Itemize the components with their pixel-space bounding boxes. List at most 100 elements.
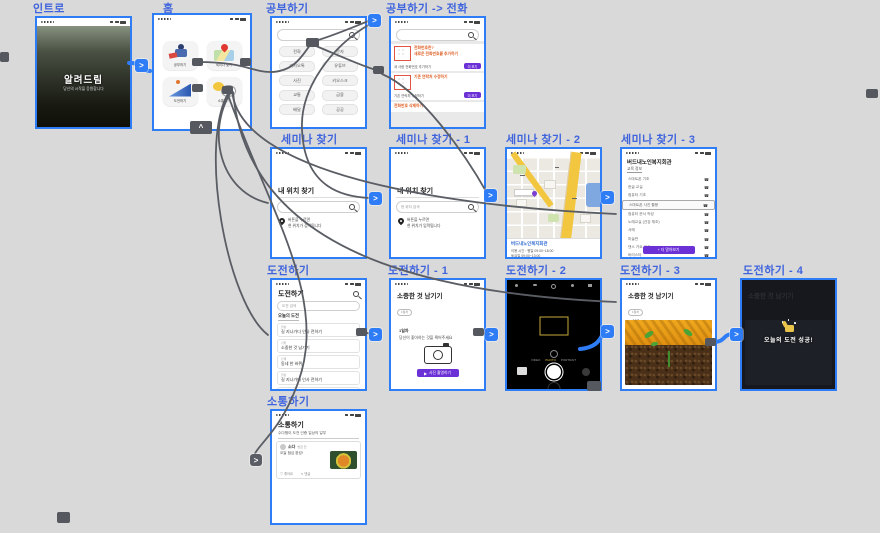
challenge-row[interactable]: 일상오늘 예쁜 말 전하기 (277, 387, 360, 392)
flow-label-seminar-3[interactable]: 세미나 찾기 - 3 (621, 131, 696, 147)
more-button[interactable]: 더 보기 (464, 92, 481, 98)
connector-handle[interactable] (473, 328, 484, 336)
frame-seminar-1[interactable]: 내 위치 찾기 현 위치 검색 버튼을 누르면 현 위치가 입력됩니다 (389, 147, 486, 259)
transition-arrow-badge[interactable]: > (369, 328, 382, 341)
flow-label-seminar-1[interactable]: 세미나 찾기 - 1 (396, 131, 471, 147)
frame-challenge-4[interactable]: 소중한 것 남기기 오늘의 도전 성공! (740, 278, 837, 391)
transition-arrow-badge[interactable]: > (135, 59, 148, 72)
home-button[interactable] (547, 382, 560, 391)
phone-icon[interactable]: ☎ (704, 185, 709, 190)
phone-icon[interactable]: ☎ (704, 253, 709, 258)
tutorial-card[interactable]: 전화번호란? 새로운 전화번호를 추가하기 새 사람 전화번호 추가하기 더 보… (391, 44, 484, 71)
phone-icon[interactable]: ☎ (704, 245, 709, 250)
flow-label-intro[interactable]: 인트로 (33, 0, 65, 16)
search-input[interactable]: 현 위치 검색 (396, 201, 479, 213)
challenge-row[interactable]: 일상길 지나가다 인사 전하기 (277, 323, 360, 338)
phone-icon[interactable]: ☎ (704, 193, 709, 198)
flow-label-challenge[interactable]: 도전하기 (267, 262, 309, 278)
learn-more-button[interactable]: + 더 알아보기 (643, 246, 695, 254)
frame-intro[interactable]: 알려드림 당신의 시작을 응원합니다 (35, 16, 132, 129)
frame-study[interactable]: 전화 문자 카카오톡 유튜브 사진 키오스크 교통 금융 배달 공공 (270, 16, 367, 129)
challenge-row[interactable]: 산책동네 한 바퀴 (277, 355, 360, 370)
connector-handle[interactable] (222, 86, 233, 94)
flow-label-talk[interactable]: 소통하기 (267, 393, 309, 409)
feed-tabs[interactable]: 수다쟁이 도전 인증 일상의 일부 (278, 431, 359, 439)
connector-handle[interactable] (0, 52, 9, 62)
flow-label-study[interactable]: 공부하기 (266, 0, 308, 16)
search-input[interactable]: 도전 검색 (277, 301, 360, 311)
flow-label-challenge-4[interactable]: 도전하기 - 4 (743, 262, 803, 278)
flow-label-home[interactable]: 홈 (163, 0, 174, 16)
study-pill[interactable]: 전화 (279, 46, 315, 57)
course-row[interactable]: 컴퓨터 기초☎ (622, 192, 715, 200)
course-row[interactable]: 컴퓨터 문서 작성☎ (622, 210, 715, 218)
take-photo-button[interactable]: ▶사진 촬영하기 (417, 369, 459, 377)
settings-icon[interactable] (588, 284, 592, 287)
exposure-icon[interactable] (550, 350, 558, 358)
frame-study-phone[interactable]: 전화번호란? 새로운 전화번호를 추가하기 새 사람 전화번호 추가하기 더 보… (389, 16, 486, 129)
challenge-row[interactable]: 일상길 지나가다 인사 전하기 (277, 371, 360, 386)
frame-seminar-2[interactable]: 버드내노인복지회관 이용 시간 : 평일 09:00~18:00 토요일 09:… (505, 147, 602, 259)
frame-challenge-1[interactable]: 소중한 것 남기기 1일차 1일차 당신이 좋아하는 것을 찍어주세요 ▶사진 … (389, 278, 486, 391)
course-row[interactable]: 서예☎ (622, 227, 715, 235)
search-input[interactable] (396, 29, 479, 41)
home-app-seminar[interactable]: 세미나 찾기 (207, 41, 242, 70)
transition-arrow-badge[interactable]: > (368, 14, 381, 27)
map[interactable] (507, 157, 600, 238)
study-pill[interactable]: 배달 (279, 104, 315, 115)
connector-handle[interactable] (373, 66, 384, 74)
flow-label-challenge-2[interactable]: 도전하기 - 2 (506, 262, 566, 278)
tutorial-card[interactable]: 전화번호 삭제하기 (391, 102, 484, 112)
phone-icon[interactable]: ☎ (704, 228, 709, 233)
flow-label-seminar-2[interactable]: 세미나 찾기 - 2 (506, 131, 581, 147)
frame-talk[interactable]: 소통하기 수다쟁이 도전 인증 일상의 일부 소다 방금 전 오늘 점심 완성!… (270, 409, 367, 525)
study-pill[interactable]: 문자 (322, 46, 358, 57)
more-button[interactable]: 더 보기 (464, 63, 481, 69)
camera-mode-active[interactable]: PHOTO (545, 358, 556, 362)
course-row[interactable]: 스마트폰 기초☎ (622, 175, 715, 183)
transition-arrow-badge[interactable]: > (601, 325, 614, 338)
connector-handle[interactable] (306, 38, 319, 47)
connector-handle[interactable] (705, 338, 716, 346)
frame-home[interactable]: 공부하기 세미나 찾기 도전하기 소통하기 (152, 13, 252, 131)
study-pill[interactable]: 키오스크 (322, 75, 358, 86)
connector-handle[interactable] (240, 58, 251, 66)
course-row[interactable]: 한글 교실☎ (622, 183, 715, 191)
search-icon[interactable] (353, 291, 360, 298)
photo-thumbnail[interactable] (517, 367, 527, 375)
connector-handle[interactable] (192, 58, 203, 66)
flow-label-study-phone[interactable]: 공부하기 -> 전화 (386, 0, 468, 16)
study-pill[interactable]: 공공 (322, 104, 358, 115)
flip-camera-button[interactable] (582, 368, 590, 376)
shutter-button[interactable] (547, 365, 561, 379)
frame-seminar[interactable]: 내 위치 찾기 버튼을 누르면 현 위치가 검색됩니다 (270, 147, 367, 259)
camera-mode[interactable]: VIDEO (531, 358, 540, 362)
course-row[interactable]: 노래교실 (건강 체조)☎ (622, 218, 715, 226)
course-row-selected[interactable]: 스마트폰 사진 활용☎ (622, 200, 715, 210)
challenge-row[interactable]: 기록소중한 것 남기기 (277, 339, 360, 354)
study-pill[interactable]: 사진 (279, 75, 315, 86)
frame-challenge-2[interactable]: VIDEO PHOTO PORTRAIT (505, 278, 602, 391)
search-input[interactable] (277, 201, 360, 213)
transition-arrow-badge[interactable]: > (250, 454, 262, 466)
connector-handle[interactable] (356, 328, 367, 336)
course-row[interactable]: 미술반☎ (622, 235, 715, 243)
phone-icon[interactable]: ☎ (703, 203, 708, 208)
feed-post[interactable]: 소다 방금 전 오늘 점심 완성! ♡ 좋아요 ✎ 댓글 (276, 441, 361, 479)
connector-handle[interactable] (57, 512, 70, 523)
phone-icon[interactable]: ☎ (704, 237, 709, 242)
like-button[interactable]: ♡ 좋아요 (280, 471, 293, 476)
transition-arrow-badge[interactable]: > (601, 191, 614, 204)
connector-handle[interactable] (866, 89, 878, 98)
connector-handle[interactable] (192, 84, 203, 92)
transition-arrow-badge[interactable]: > (730, 328, 743, 341)
frame-challenge[interactable]: 도전하기 도전 검색 오늘의 도전 일상길 지나가다 인사 전하기 기록소중한 … (270, 278, 367, 391)
flash-icon[interactable] (515, 284, 518, 287)
phone-icon[interactable]: ☎ (704, 212, 709, 217)
transition-arrow-badge[interactable]: > (484, 189, 497, 202)
study-pill[interactable]: 교통 (279, 90, 315, 101)
timer-icon[interactable] (551, 284, 556, 289)
phone-icon[interactable]: ☎ (704, 220, 709, 225)
study-pill[interactable]: 유튜브 (322, 61, 358, 72)
transition-arrow-badge[interactable]: > (485, 328, 498, 341)
